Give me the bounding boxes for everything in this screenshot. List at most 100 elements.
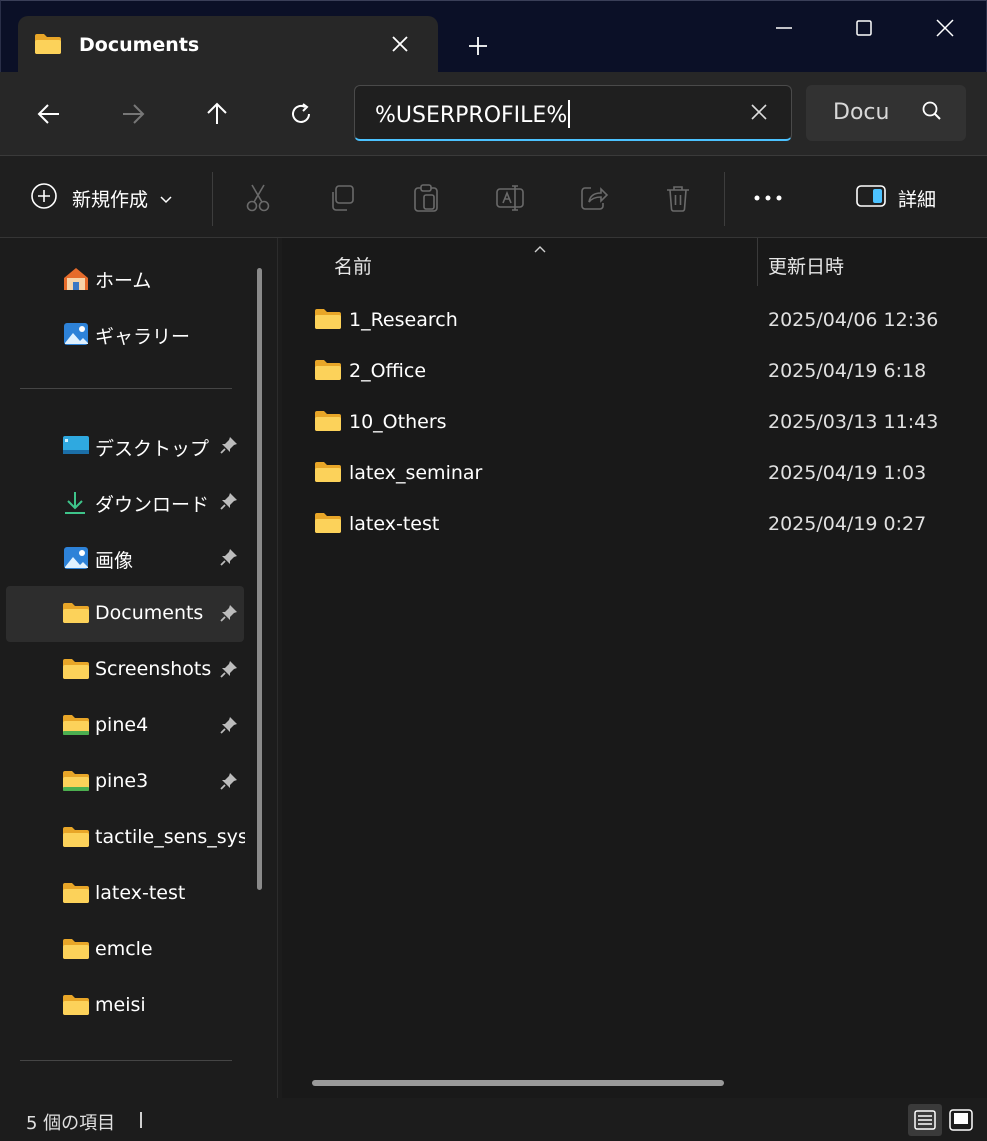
details-pane-button[interactable]: 詳細 bbox=[856, 180, 936, 216]
column-header-name[interactable]: 名前 bbox=[334, 252, 372, 279]
file-name: latex_seminar bbox=[349, 462, 483, 484]
forward-arrow-icon[interactable] bbox=[111, 92, 155, 136]
sidebar-item-downloads[interactable]: ダウンロード bbox=[6, 474, 244, 530]
sidebar-item-emcle[interactable]: emcle bbox=[6, 922, 244, 978]
folder-icon bbox=[314, 461, 342, 487]
sidebar-item-label: latex-test bbox=[95, 882, 186, 904]
sidebar-item-label: ホーム bbox=[95, 270, 152, 292]
title-bar: Documents bbox=[0, 0, 987, 74]
close-tab-icon[interactable] bbox=[386, 30, 414, 58]
folder-icon bbox=[62, 602, 89, 626]
column-header-date-modified[interactable]: 更新日時 bbox=[768, 252, 844, 279]
sidebar-item-tactile-sens-syst[interactable]: tactile_sens_syst bbox=[6, 810, 245, 866]
download-icon bbox=[62, 490, 88, 514]
status-bar: 5 個の項目 bbox=[0, 1098, 987, 1141]
pictures-icon bbox=[62, 546, 88, 570]
home-icon bbox=[62, 266, 88, 290]
folder-icon bbox=[62, 826, 89, 850]
folder-icon bbox=[62, 658, 89, 682]
paste-icon[interactable] bbox=[408, 180, 444, 216]
cut-icon[interactable] bbox=[240, 180, 276, 216]
pin-icon[interactable] bbox=[220, 716, 238, 738]
toolbar-divider bbox=[212, 172, 213, 226]
table-row[interactable]: 2_Office 2025/04/19 6:18 bbox=[294, 347, 974, 395]
sidebar-item-screenshots[interactable]: Screenshots bbox=[6, 642, 244, 698]
file-name: 1_Research bbox=[349, 309, 458, 331]
folder-icon bbox=[62, 882, 89, 906]
horizontal-scrollbar[interactable] bbox=[312, 1080, 724, 1086]
table-row[interactable]: 10_Others 2025/03/13 11:43 bbox=[294, 398, 974, 446]
search-icon[interactable] bbox=[920, 100, 944, 128]
pin-icon[interactable] bbox=[220, 604, 238, 626]
sidebar-item-label: tactile_sens_syst bbox=[95, 826, 245, 848]
sidebar-item-label: meisi bbox=[95, 994, 146, 1016]
address-input-value[interactable]: %USERPROFILE% bbox=[375, 100, 571, 128]
back-arrow-icon[interactable] bbox=[27, 92, 71, 136]
sidebar-item-desktop[interactable]: デスクトップ bbox=[6, 418, 244, 474]
share-icon[interactable] bbox=[576, 180, 612, 216]
pin-icon[interactable] bbox=[220, 492, 238, 514]
details-view-icon[interactable] bbox=[908, 1104, 942, 1136]
sidebar-item-meisi[interactable]: meisi bbox=[6, 978, 244, 1034]
sidebar-item-pine4[interactable]: pine4 bbox=[6, 698, 244, 754]
pin-icon[interactable] bbox=[220, 548, 238, 570]
clear-icon[interactable] bbox=[747, 100, 771, 124]
sidebar-item-latex-test[interactable]: latex-test bbox=[6, 866, 244, 922]
folder-icon bbox=[62, 938, 89, 962]
refresh-icon[interactable] bbox=[279, 92, 323, 136]
up-arrow-icon[interactable] bbox=[195, 92, 239, 136]
delete-icon[interactable] bbox=[660, 180, 696, 216]
folder-green-icon bbox=[62, 714, 89, 738]
table-row[interactable]: latex-test 2025/04/19 0:27 bbox=[294, 500, 974, 548]
pin-icon[interactable] bbox=[220, 772, 238, 794]
address-bar[interactable]: %USERPROFILE% bbox=[354, 85, 792, 141]
minimize-icon[interactable] bbox=[764, 11, 804, 45]
folder-icon bbox=[314, 308, 342, 334]
item-count: 5 個の項目 bbox=[26, 1113, 116, 1134]
folder-icon bbox=[34, 33, 62, 59]
sort-ascending-icon bbox=[534, 238, 546, 257]
tab-documents[interactable]: Documents bbox=[18, 16, 438, 74]
sidebar-scrollbar[interactable] bbox=[257, 268, 262, 890]
file-date: 2025/04/19 1:03 bbox=[768, 462, 927, 484]
close-icon[interactable] bbox=[925, 11, 965, 45]
sidebar-item-home[interactable]: ホーム bbox=[6, 250, 244, 306]
rename-icon[interactable] bbox=[492, 180, 528, 216]
file-date: 2025/04/19 0:27 bbox=[768, 513, 927, 535]
new-button-label: 新規作成 bbox=[72, 188, 149, 211]
file-date: 2025/04/19 6:18 bbox=[768, 360, 927, 382]
table-row[interactable]: latex_seminar 2025/04/19 1:03 bbox=[294, 449, 974, 497]
plus-circle-icon bbox=[30, 182, 58, 214]
copy-icon[interactable] bbox=[324, 180, 360, 216]
navigation-pane: ホーム ギャラリー デスクトップ ダウンロード 画像 Documents Scr… bbox=[0, 238, 278, 1098]
file-name: latex-test bbox=[349, 513, 440, 535]
table-row[interactable]: 1_Research 2025/04/06 12:36 bbox=[294, 296, 974, 344]
file-name: 2_Office bbox=[349, 360, 427, 382]
maximize-icon[interactable] bbox=[844, 11, 884, 45]
status-divider bbox=[140, 1112, 142, 1128]
search-box[interactable]: Docu bbox=[806, 85, 966, 141]
sidebar-item-gallery[interactable]: ギャラリー bbox=[6, 306, 244, 362]
sidebar-item-label: emcle bbox=[95, 938, 153, 960]
details-button-label: 詳細 bbox=[898, 188, 937, 211]
sidebar-item-documents[interactable]: Documents bbox=[6, 586, 244, 642]
column-divider[interactable] bbox=[757, 238, 758, 286]
command-bar: 新規作成 詳細 bbox=[0, 156, 987, 238]
folder-icon bbox=[314, 512, 342, 538]
text-caret bbox=[568, 100, 571, 128]
sidebar-item-pictures[interactable]: 画像 bbox=[6, 530, 244, 586]
folder-icon bbox=[314, 359, 342, 385]
new-tab-icon[interactable] bbox=[461, 31, 495, 61]
sidebar-item-pine3[interactable]: pine3 bbox=[6, 754, 244, 810]
pin-icon[interactable] bbox=[220, 660, 238, 682]
folder-green-icon bbox=[62, 770, 89, 794]
folder-icon bbox=[62, 994, 89, 1018]
new-button[interactable]: 新規作成 bbox=[30, 180, 172, 216]
chevron-down-icon bbox=[160, 189, 172, 208]
more-options-icon[interactable] bbox=[748, 180, 788, 216]
large-icons-view-icon[interactable] bbox=[944, 1104, 978, 1136]
tab-title: Documents bbox=[79, 34, 200, 56]
pin-icon[interactable] bbox=[220, 436, 238, 458]
toolbar-divider bbox=[724, 172, 725, 226]
search-input-value[interactable]: Docu bbox=[833, 100, 889, 125]
